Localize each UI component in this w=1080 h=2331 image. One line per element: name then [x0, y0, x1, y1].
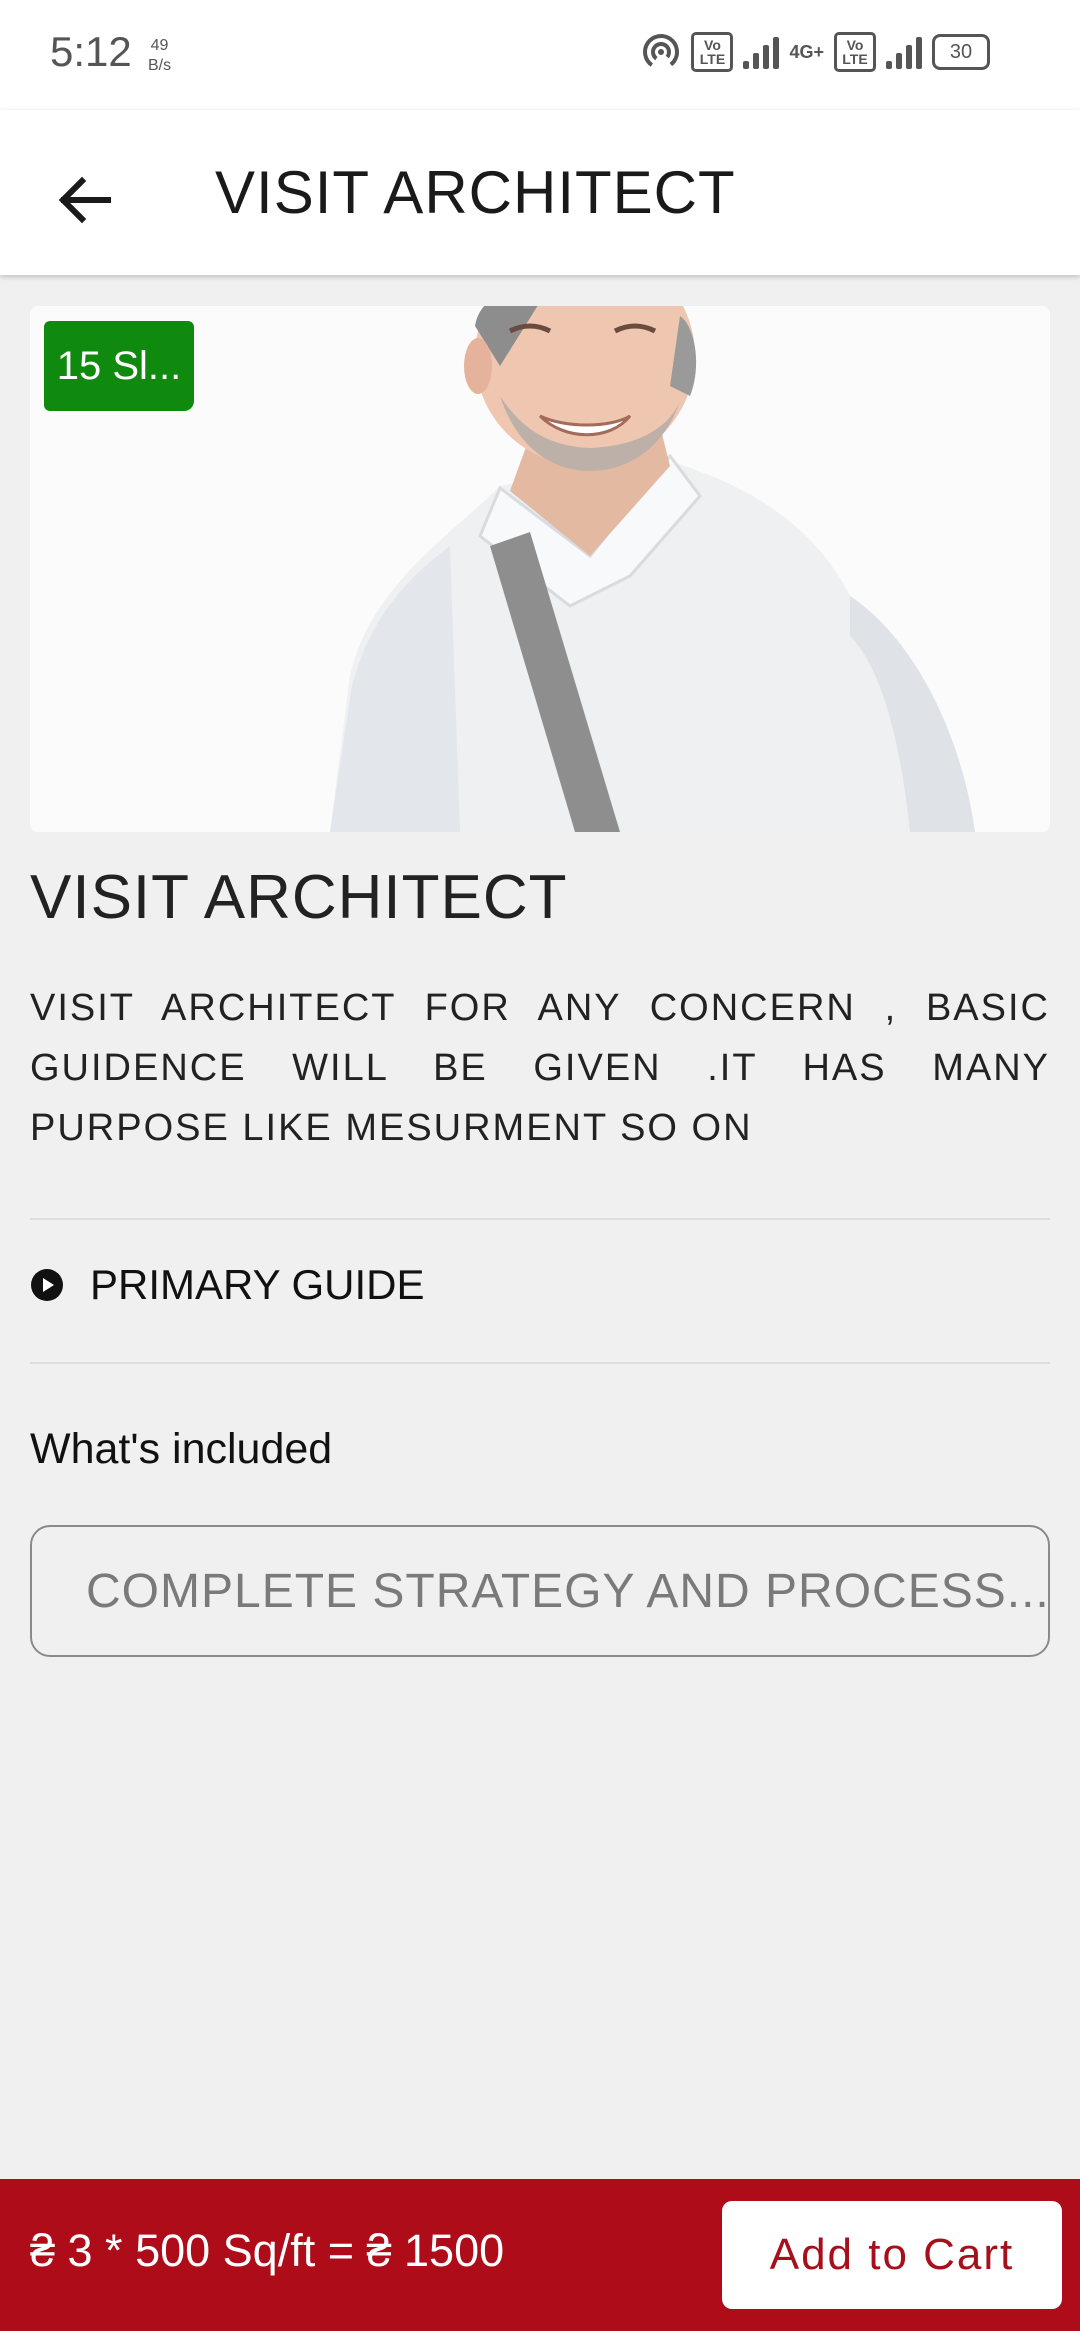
- add-to-cart-button[interactable]: Add to Cart: [722, 2201, 1062, 2309]
- back-button[interactable]: [50, 165, 120, 235]
- status-time: 5:12: [50, 28, 132, 75]
- divider: [30, 1218, 1050, 1220]
- volte-icon: Vo LTE: [691, 32, 734, 72]
- service-description: VISIT ARCHITECT FOR ANY CONCERN , BASIC …: [30, 987, 1050, 1149]
- data-rate-unit: B/s: [148, 57, 172, 74]
- signal-icon-2: [886, 35, 922, 69]
- signal-icon: [743, 35, 780, 69]
- data-rate: 49 B/s: [148, 36, 171, 76]
- arrow-left-icon: [58, 176, 111, 224]
- page-title: VISIT ARCHITECT: [215, 159, 736, 226]
- data-rate-value: 49: [150, 37, 169, 54]
- status-bar: 5:12 49 B/s Vo LTE 4G+ Vo LTE 30: [0, 0, 1080, 110]
- service-title: VISIT ARCHITECT: [30, 863, 568, 932]
- status-icons: Vo LTE 4G+ Vo LTE 30: [641, 32, 990, 72]
- app-bar: VISIT ARCHITECT: [0, 110, 1080, 275]
- volte-icon-2: Vo LTE: [834, 32, 876, 72]
- guide-row[interactable]: PRIMARY GUIDE: [30, 1255, 425, 1315]
- included-item[interactable]: COMPLETE STRATEGY AND PROCESS...: [30, 1525, 1050, 1657]
- bottom-bar: ₴ 3 * 500 Sq/ft = ₴ 1500 Add to Cart: [0, 2179, 1080, 2331]
- battery-icon: 30: [932, 34, 990, 70]
- included-item-label: COMPLETE STRATEGY AND PROCESS...: [86, 1564, 1050, 1618]
- network-type: 4G+: [789, 42, 824, 62]
- play-circle-icon: [31, 1269, 63, 1301]
- divider-2: [30, 1362, 1050, 1364]
- hotspot-icon: [643, 34, 680, 70]
- service-image: 15 Sl...: [30, 306, 1050, 832]
- guide-label: PRIMARY GUIDE: [90, 1261, 425, 1308]
- included-heading: What's included: [30, 1425, 333, 1473]
- price-summary: ₴ 3 * 500 Sq/ft = ₴ 1500: [30, 2225, 505, 2276]
- slots-badge: 15 Sl...: [44, 321, 194, 411]
